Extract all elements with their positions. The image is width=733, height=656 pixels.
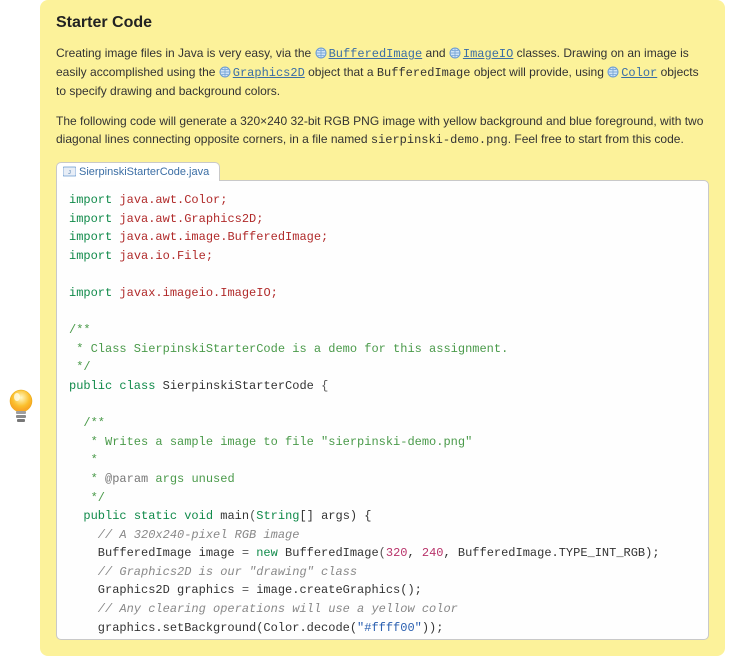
section-heading: Starter Code [56,14,709,32]
link-bufferedimage[interactable]: BufferedImage [329,47,423,61]
inline-code: sierpinski-demo.png [371,133,508,147]
code-block: import java.awt.Color; import java.awt.G… [56,180,709,640]
inline-code: BufferedImage [377,66,471,80]
code-content: import java.awt.Color; import java.awt.G… [69,191,696,640]
external-link-icon [449,46,461,58]
link-color[interactable]: Color [621,66,657,80]
java-file-icon: J [63,166,76,177]
external-link-icon [315,46,327,58]
info-panel: Starter Code Creating image files in Jav… [40,0,725,656]
link-imageio[interactable]: ImageIO [463,47,513,61]
file-tab[interactable]: JSierpinskiStarterCode.java [56,162,220,181]
file-tab-label: SierpinskiStarterCode.java [79,166,209,178]
lightbulb-icon [6,388,36,424]
intro-paragraph-2: The following code will generate a 320×2… [56,112,709,149]
link-graphics2d[interactable]: Graphics2D [233,66,305,80]
tab-row: JSierpinskiStarterCode.java [56,161,709,180]
intro-paragraph-1: Creating image files in Java is very eas… [56,44,709,100]
external-link-icon [607,65,619,77]
external-link-icon [219,65,231,77]
